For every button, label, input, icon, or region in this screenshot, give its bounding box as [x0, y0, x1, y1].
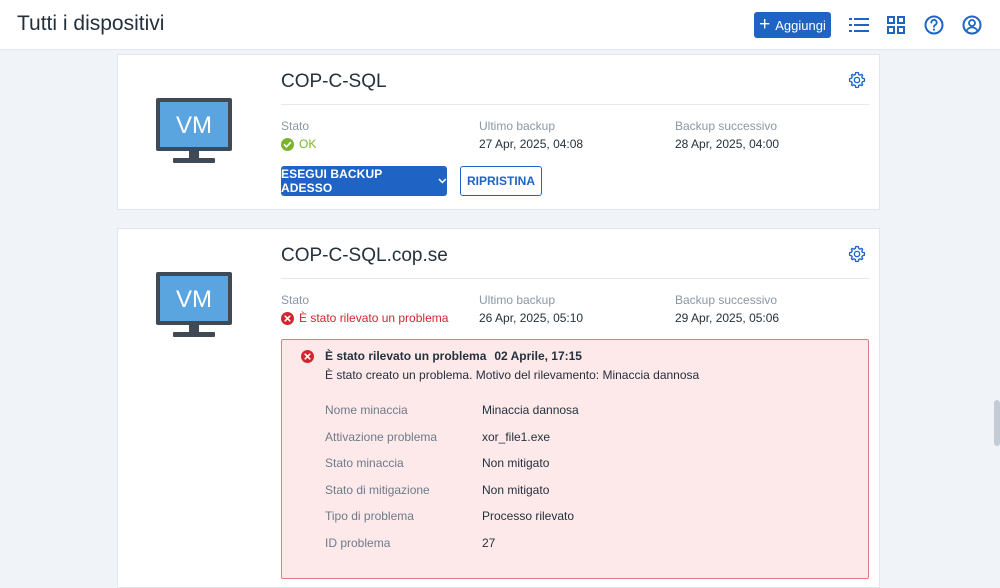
gear-icon[interactable]	[848, 71, 866, 89]
last-backup-value: 27 Apr, 2025, 04:08	[479, 137, 584, 151]
gear-icon[interactable]	[848, 245, 866, 263]
detail-label: Stato minaccia	[325, 456, 404, 470]
alert-title: È stato rilevato un problema 02 Aprile, 1…	[325, 349, 582, 363]
status-label: Stato	[281, 293, 310, 307]
chevron-down-icon	[438, 178, 447, 184]
page-title: Tutti i dispositivi	[17, 12, 165, 35]
divider	[281, 104, 869, 105]
detail-value: Non mitigato	[482, 483, 550, 497]
backup-now-button[interactable]: ESEGUI BACKUP ADESSO	[281, 166, 447, 196]
divider	[281, 278, 869, 279]
add-button-label: Aggiungi	[775, 17, 826, 33]
status-value: OK	[281, 137, 316, 151]
device-card: VM COP-C-SQL.cop.se Stato Ultimo backup …	[117, 228, 880, 588]
error-icon	[281, 311, 294, 325]
detail-label: Tipo di problema	[325, 509, 414, 523]
next-backup-value: 28 Apr, 2025, 04:00	[675, 137, 780, 151]
ok-check-icon	[281, 137, 294, 151]
last-backup-label: Ultimo backup	[479, 293, 556, 307]
status-label: Stato	[281, 119, 310, 133]
alert-title-text: È stato rilevato un problema	[325, 349, 487, 363]
alert-description: È stato creato un problema. Motivo del r…	[325, 368, 700, 382]
alert-date: 02 Aprile, 17:15	[494, 349, 582, 363]
detail-label: ID problema	[325, 536, 391, 550]
list-view-icon[interactable]	[847, 13, 871, 37]
last-backup-value: 26 Apr, 2025, 05:10	[479, 311, 584, 325]
status-text: È stato rilevato un problema	[299, 311, 449, 325]
detail-label: Stato di mitigazione	[325, 483, 430, 497]
device-card: VM COP-C-SQL Stato Ultimo backup Backup …	[117, 54, 880, 210]
status-value: È stato rilevato un problema	[281, 311, 448, 325]
detail-value: Non mitigato	[482, 456, 550, 470]
detail-label: Nome minaccia	[325, 403, 408, 417]
vm-monitor-icon: VM	[155, 97, 233, 170]
detail-value: Minaccia dannosa	[482, 403, 579, 417]
detail-value: Processo rilevato	[482, 509, 575, 523]
backup-now-label: ESEGUI BACKUP ADESSO	[281, 167, 383, 195]
status-text: OK	[299, 137, 317, 151]
next-backup-label: Backup successivo	[675, 119, 778, 133]
svg-text:VM: VM	[176, 112, 212, 139]
add-button[interactable]: + Aggiungi	[754, 12, 831, 38]
account-icon[interactable]	[960, 13, 984, 37]
restore-button[interactable]: RIPRISTINA	[460, 166, 542, 196]
grid-view-icon[interactable]	[884, 13, 908, 37]
top-bar: Tutti i dispositivi + Aggiungi	[0, 0, 1000, 50]
next-backup-value: 29 Apr, 2025, 05:06	[675, 311, 780, 325]
next-backup-label: Backup successivo	[675, 293, 778, 307]
error-icon	[301, 350, 314, 363]
vm-monitor-icon: VM	[155, 271, 233, 344]
detail-value: xor_file1.exe	[482, 430, 551, 444]
device-name[interactable]: COP-C-SQL	[281, 71, 387, 93]
detail-value: 27	[482, 536, 496, 550]
last-backup-label: Ultimo backup	[479, 119, 556, 133]
device-name[interactable]: COP-C-SQL.cop.se	[281, 245, 448, 267]
problem-alert: È stato rilevato un problema 02 Aprile, 1…	[281, 339, 869, 579]
help-icon[interactable]	[922, 13, 946, 37]
detail-label: Attivazione problema	[325, 430, 438, 444]
scrollbar-thumb[interactable]	[994, 400, 1000, 446]
svg-text:VM: VM	[176, 286, 212, 313]
plus-icon: +	[759, 13, 771, 35]
